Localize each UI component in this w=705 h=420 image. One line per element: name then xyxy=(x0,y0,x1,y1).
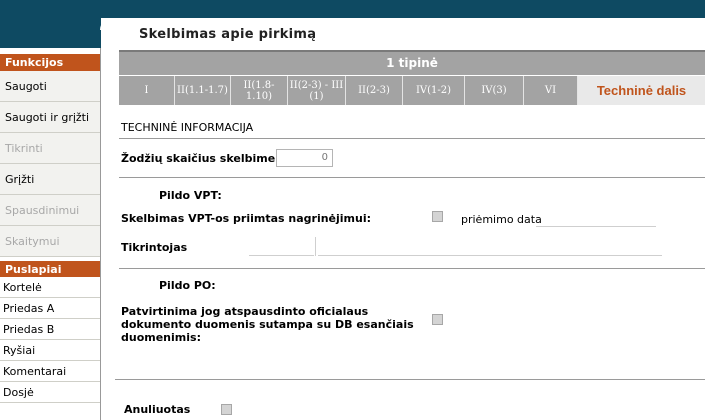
section-title: TECHNINĖ INFORMACIJA xyxy=(121,121,254,134)
accept-date-input[interactable] xyxy=(536,226,656,227)
tab-ii-1-8-1-10[interactable]: II(1.8-1.10) xyxy=(231,76,288,105)
page-title: Skelbimas apie pirkimą xyxy=(139,27,317,42)
page-card[interactable]: Kortelė xyxy=(0,277,100,298)
tab-iv-3[interactable]: IV(3) xyxy=(465,76,524,105)
accepted-label: Skelbimas VPT-os priimtas nagrinėjimui: xyxy=(121,212,372,225)
page-appendix-b[interactable]: Priedas B xyxy=(0,319,100,340)
tab-ii-2-3-iii-1[interactable]: II(2-3) - III (1) xyxy=(288,76,346,105)
menu-check[interactable]: Tikrinti xyxy=(0,133,100,164)
confirm-checkbox[interactable] xyxy=(432,314,443,325)
tab-ii-1-1-1-7[interactable]: II(1.1-1.7) xyxy=(175,76,231,105)
tab-group-header: 1 tipinė xyxy=(119,52,705,75)
checker-name-input[interactable] xyxy=(318,255,662,256)
main-content: Skelbimas apie pirkimą 1 tipinė I II(1.1… xyxy=(101,18,705,420)
tab-technical-part[interactable]: Techninė dalis xyxy=(578,76,705,105)
page-relations[interactable]: Ryšiai xyxy=(0,340,100,361)
po-header: Pildo PO: xyxy=(159,279,216,292)
accepted-checkbox[interactable] xyxy=(432,211,443,222)
checker-separator xyxy=(315,237,316,256)
functions-header: Funkcijos xyxy=(0,54,100,71)
menu-print[interactable]: Spausdinimui xyxy=(0,195,100,226)
tab-vi[interactable]: VI xyxy=(524,76,578,105)
divider-1 xyxy=(119,138,705,139)
tab-i[interactable]: I xyxy=(119,76,175,105)
divider-2 xyxy=(119,177,705,178)
pages-header: Puslapiai xyxy=(0,261,100,278)
menu-read[interactable]: Skaitymui xyxy=(0,226,100,257)
page-appendix-a[interactable]: Priedas A xyxy=(0,298,100,319)
word-count-input[interactable]: 0 xyxy=(276,149,333,167)
menu-save-and-return[interactable]: Saugoti ir grįžti xyxy=(0,102,100,133)
accept-date-label: priėmimo data xyxy=(461,213,542,226)
vpt-header: Pildo VPT: xyxy=(159,189,222,202)
page-dossier[interactable]: Dosjė xyxy=(0,382,100,403)
menu-return-without-saving[interactable]: Grįžti neišsaugant xyxy=(0,164,100,217)
word-count-label: Žodžių skaičius skelbime xyxy=(121,152,276,165)
tab-ii-2-3[interactable]: II(2-3) xyxy=(346,76,403,105)
divider-3 xyxy=(119,268,705,269)
menu-save[interactable]: Saugoti xyxy=(0,71,100,102)
checker-code-input[interactable] xyxy=(249,255,314,256)
page-comments[interactable]: Komentarai xyxy=(0,361,100,382)
tab-iv-1-2[interactable]: IV(1-2) xyxy=(403,76,465,105)
cancelled-checkbox[interactable] xyxy=(221,404,232,415)
left-panel: Funkcijos Saugoti Saugoti ir grįžti Tikr… xyxy=(0,48,101,420)
confirm-label: Patvirtinima jog atspausdinto oficialaus… xyxy=(121,305,414,344)
cancelled-label: Anuliuotas xyxy=(124,403,191,416)
checker-label: Tikrintojas xyxy=(121,241,188,254)
divider-4 xyxy=(115,379,705,380)
tab-row: I II(1.1-1.7) II(1.8-1.10) II(2-3) - III… xyxy=(119,76,705,105)
